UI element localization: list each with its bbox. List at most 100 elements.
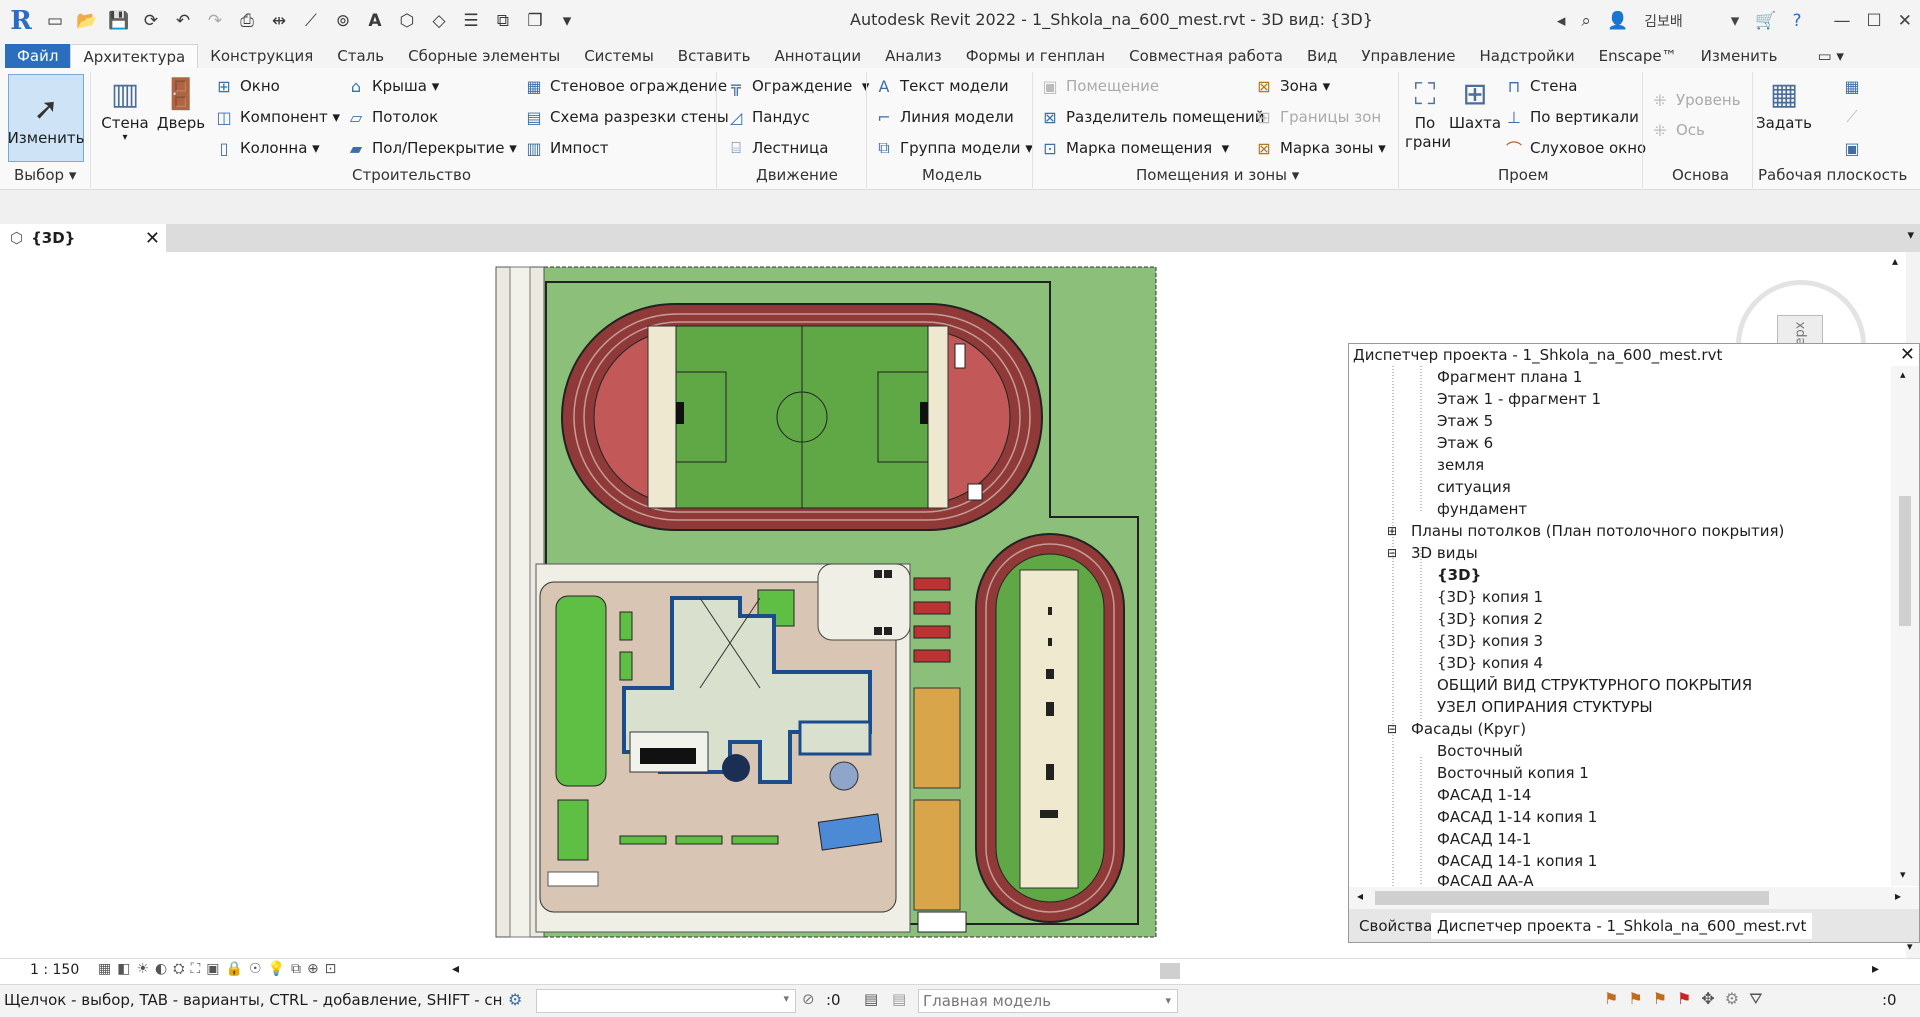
tab-analyze[interactable]: Анализ	[873, 44, 954, 68]
worksharing-icon[interactable]: ⧉	[291, 961, 307, 977]
tag-room-button[interactable]: ⊡ Марка помещения ▾	[1040, 138, 1229, 158]
tab-manage[interactable]: Управление	[1349, 44, 1467, 68]
thin-lines-icon[interactable]: ☰	[458, 8, 484, 34]
tree-item[interactable]: Этаж 1 - фрагмент 1	[1437, 388, 1601, 410]
search-arrow-icon[interactable]: ◂	[1557, 11, 1566, 31]
workset-dropdown[interactable]: ▾	[536, 989, 796, 1013]
save-icon[interactable]: 💾	[106, 8, 132, 34]
worksets-icon[interactable]: ⚙	[508, 990, 522, 1009]
maximize-icon[interactable]: ☐	[1867, 11, 1882, 31]
floor-button[interactable]: ▰ Пол/Перекрытие ▾	[346, 138, 517, 158]
project-browser-vscroll[interactable]: ▴ ▾	[1891, 366, 1919, 886]
collapse-minus-icon[interactable]: ⊟	[1387, 718, 1397, 740]
tab-enscape[interactable]: Enscape™	[1587, 44, 1689, 68]
vertical-opening-button[interactable]: ⊥ По вертикали	[1504, 107, 1639, 127]
print-icon[interactable]: ⎙	[234, 8, 260, 34]
dormer-button[interactable]: ⌒ Слуховое окно	[1504, 138, 1646, 159]
tab-addins[interactable]: Надстройки	[1468, 44, 1587, 68]
tab-massing[interactable]: Формы и генплан	[954, 44, 1117, 68]
tab-architecture[interactable]: Архитектура	[70, 44, 199, 68]
tree-item[interactable]: {3D} копия 2	[1437, 608, 1543, 630]
customize-qat-icon[interactable]: ▾	[554, 8, 580, 34]
tab-structure[interactable]: Конструкция	[198, 44, 325, 68]
tree-item[interactable]: фундамент	[1437, 498, 1527, 520]
section-icon[interactable]: ◇	[426, 8, 452, 34]
door-button[interactable]: 🚪 Дверь	[156, 74, 206, 133]
3d-view-icon[interactable]: ⬡	[394, 8, 420, 34]
ramp-button[interactable]: ◿ Пандус	[726, 107, 810, 127]
user-dropdown-icon[interactable]: ▾	[1731, 11, 1740, 31]
tree-item[interactable]: ФАСАД 1-14	[1437, 784, 1531, 806]
tree-item-active[interactable]: {3D}	[1437, 564, 1481, 586]
binoculars-icon[interactable]: ⌕	[1581, 11, 1591, 31]
area-button[interactable]: ⊠ Зона ▾	[1254, 76, 1330, 96]
level-button[interactable]: ⁜ Уровень	[1650, 90, 1740, 110]
select-pinned-icon[interactable]: ⚑	[1653, 989, 1677, 1008]
curtain-system-button[interactable]: ▦ Стеновое ограждение	[524, 76, 727, 96]
grid-button[interactable]: ⁜ Ось	[1650, 120, 1705, 140]
tab-annotate[interactable]: Аннотации	[762, 44, 873, 68]
room-button[interactable]: ▣ Помещение	[1040, 76, 1159, 96]
tab-insert[interactable]: Вставить	[666, 44, 763, 68]
close-window-icon[interactable]: ✕	[1898, 11, 1912, 31]
tab-project-browser[interactable]: Диспетчер проекта - 1_Shkola_na_600_mest…	[1431, 913, 1813, 939]
model-text-button[interactable]: A Текст модели	[874, 76, 1009, 96]
crop-view-icon[interactable]: ⛶	[190, 961, 206, 977]
stair-button[interactable]: ⌸ Лестница	[726, 138, 828, 158]
railing-button[interactable]: ╦ Ограждение ▾	[726, 76, 869, 96]
model-line-button[interactable]: ⌐ Линия модели	[874, 107, 1014, 127]
constraints-icon[interactable]: ⊡	[325, 961, 343, 977]
redo-icon[interactable]: ↷	[202, 8, 228, 34]
select-by-face-icon[interactable]: ⚑	[1677, 989, 1701, 1008]
shaft-button[interactable]: ⊞ Шахта	[1449, 74, 1501, 133]
tab-file[interactable]: Файл	[5, 44, 71, 68]
pb-scroll-up-icon[interactable]: ▴	[1900, 368, 1906, 381]
tree-item[interactable]: {3D} копия 3	[1437, 630, 1543, 652]
show-workplane-button[interactable]: ▦	[1842, 76, 1868, 96]
collapse-minus-icon[interactable]: ⊟	[1387, 542, 1397, 564]
tree-item[interactable]: Восточный	[1437, 740, 1523, 762]
revit-logo-icon[interactable]: R	[6, 6, 36, 36]
panel-select[interactable]: Выбор ▾	[14, 166, 76, 184]
tree-item[interactable]: Этаж 5	[1437, 410, 1493, 432]
component-button[interactable]: ◫ Компонент ▾	[214, 107, 340, 127]
curtain-grid-button[interactable]: ▤ Схема разрезки стены	[524, 107, 728, 127]
tab-properties[interactable]: Свойства	[1353, 913, 1438, 939]
roof-button[interactable]: ⌂ Крыша ▾	[346, 76, 439, 96]
pb-scroll-right-icon[interactable]: ▸	[1895, 889, 1901, 903]
close-hidden-icon[interactable]: ⧉	[490, 8, 516, 34]
mullion-button[interactable]: ▥ Импост	[524, 138, 608, 158]
hscroll-left-icon[interactable]: ◂	[452, 961, 459, 977]
view-tab-3d[interactable]: ⬡ {3D} ✕	[0, 224, 166, 252]
window-button[interactable]: ⊞ Окно	[214, 76, 280, 96]
tree-group[interactable]: Планы потолков (План потолочного покрыти…	[1411, 520, 1784, 542]
sun-path-icon[interactable]: ☀	[136, 961, 155, 977]
select-links-icon[interactable]: ⚑	[1604, 989, 1628, 1008]
design-option-dropdown[interactable]: Главная модель ▾	[918, 989, 1178, 1013]
open-icon[interactable]: 📂	[74, 8, 100, 34]
tree-item[interactable]: ОБЩИЙ ВИД СТРУКТУРНОГО ПОКРЫТИЯ	[1437, 674, 1752, 696]
hscroll-right-icon[interactable]: ▸	[1872, 961, 1879, 977]
shadows-icon[interactable]: ◐	[155, 961, 173, 977]
opening-wall-button[interactable]: ⊓ Стена	[1504, 76, 1578, 96]
pb-scroll-down-icon[interactable]: ▾	[1900, 868, 1906, 881]
tree-group[interactable]: Фасады (Круг)	[1411, 718, 1526, 740]
design-options-icon[interactable]: ▤	[864, 990, 878, 1008]
panel-room-area[interactable]: Помещения и зоны ▾	[1136, 166, 1299, 184]
ref-plane-button[interactable]: ⟋	[1842, 107, 1868, 127]
tag-icon[interactable]: ⊚	[330, 8, 356, 34]
column-button[interactable]: ▯ Колонна ▾	[214, 138, 320, 158]
drag-elements-icon[interactable]: ✥	[1701, 989, 1724, 1008]
tree-item[interactable]: Фрагмент плана 1	[1437, 366, 1582, 388]
area-boundary-button[interactable]: ⊞ Границы зон	[1254, 107, 1381, 127]
tag-area-button[interactable]: ⊠ Марка зоны ▾	[1254, 138, 1386, 158]
tree-item[interactable]: Этаж 6	[1437, 432, 1493, 454]
close-view-tab-icon[interactable]: ✕	[145, 228, 160, 249]
tree-item[interactable]: земля	[1437, 454, 1484, 476]
editable-only-icon[interactable]: ⊘	[802, 990, 815, 1008]
tree-item[interactable]: ФАСАД АА-А	[1437, 870, 1534, 886]
tree-item[interactable]: Восточный копия 1	[1437, 762, 1589, 784]
tree-item[interactable]: УЗЕЛ ОПИРАНИЯ СТУКТУРЫ	[1437, 696, 1653, 718]
sync-icon[interactable]: ⟳	[138, 8, 164, 34]
tab-systems[interactable]: Системы	[572, 44, 666, 68]
